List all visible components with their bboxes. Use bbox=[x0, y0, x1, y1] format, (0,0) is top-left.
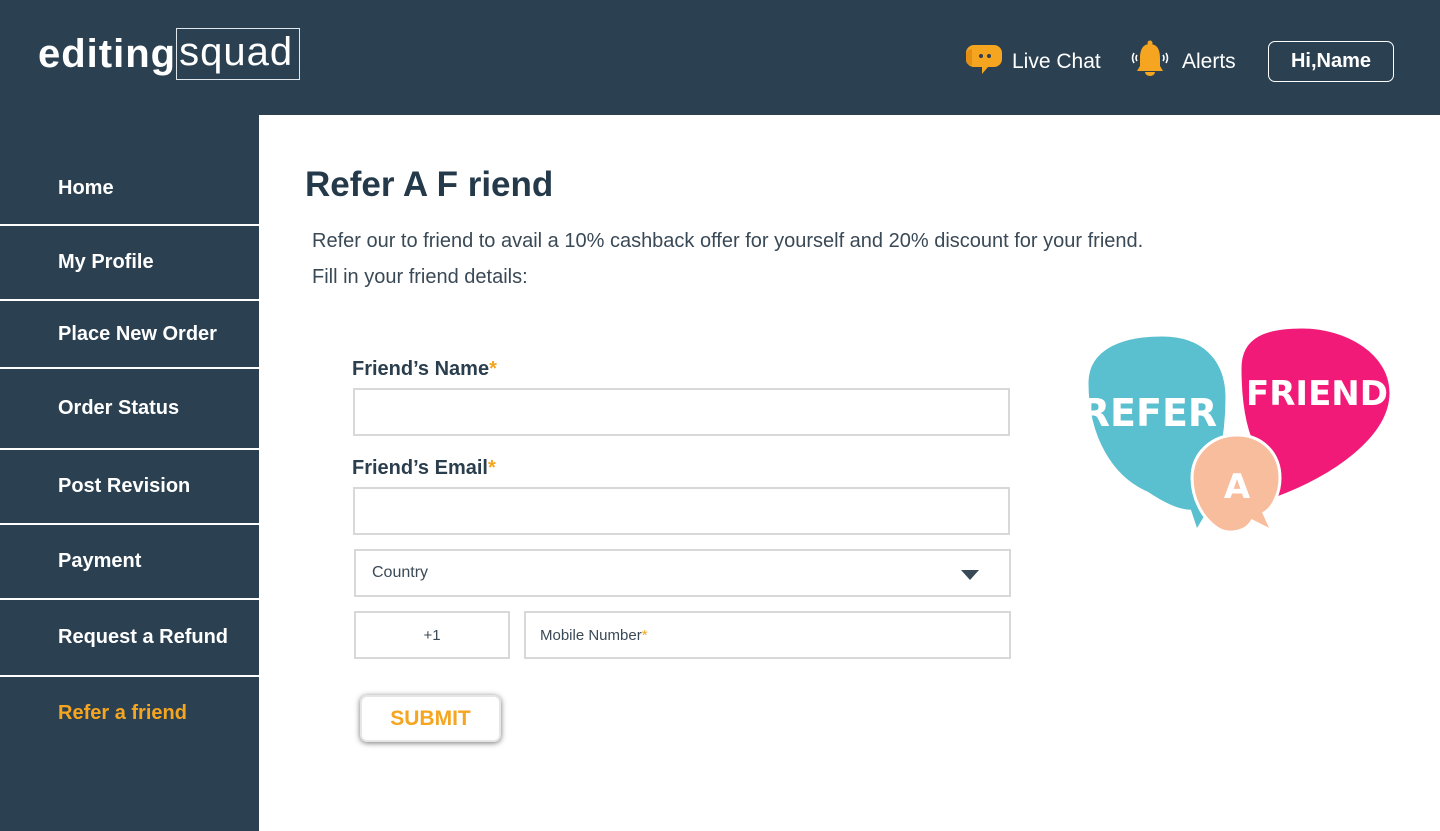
illustration-word-refer: REFER bbox=[1081, 391, 1217, 435]
friend-name-label-text: Friend’s Name bbox=[352, 358, 490, 380]
sidebar-item-label: Payment bbox=[58, 550, 142, 572]
intro-text: Refer our to friend to avail a 10% cashb… bbox=[312, 230, 1144, 252]
sidebar-item-request-refund[interactable]: Request a Refund bbox=[0, 600, 259, 677]
editingsquad-logo[interactable]: editing squad bbox=[38, 28, 301, 80]
sidebar: Home My Profile Place New Order Order St… bbox=[0, 115, 259, 831]
country-select[interactable]: Country bbox=[354, 549, 1011, 597]
sidebar-item-payment[interactable]: Payment bbox=[0, 525, 259, 600]
friend-email-label-text: Friend’s Email bbox=[352, 457, 488, 479]
chat-bubble-icon bbox=[962, 41, 1002, 82]
sidebar-item-label: Refer a friend bbox=[58, 701, 187, 724]
logo-text-squad: squad bbox=[176, 28, 301, 80]
sidebar-item-label: Post Revision bbox=[58, 475, 191, 497]
alerts-link[interactable]: Alerts bbox=[1128, 39, 1236, 84]
country-code-field[interactable]: +1 bbox=[354, 611, 510, 659]
mobile-number-input[interactable]: Mobile Number * bbox=[524, 611, 1011, 659]
sidebar-item-my-profile[interactable]: My Profile bbox=[0, 226, 259, 301]
friend-name-label: Friend’s Name* bbox=[352, 358, 497, 381]
user-menu-button[interactable]: Hi,Name bbox=[1268, 41, 1394, 82]
logo-text-editing: editing bbox=[38, 32, 177, 76]
sidebar-item-order-status[interactable]: Order Status bbox=[0, 369, 259, 450]
sidebar-item-label: Place New Order bbox=[58, 322, 217, 345]
page-title: Refer A F riend bbox=[305, 165, 554, 204]
required-asterisk: * bbox=[489, 358, 497, 380]
illustration-word-a: A bbox=[1224, 467, 1251, 507]
main-content: Refer A F riend Refer our to friend to a… bbox=[259, 115, 1440, 831]
chevron-down-icon bbox=[961, 570, 979, 580]
sidebar-item-refer-friend[interactable]: Refer a friend bbox=[0, 677, 259, 749]
submit-button[interactable]: SUBMIT bbox=[360, 695, 501, 742]
country-select-label: Country bbox=[372, 564, 429, 581]
sidebar-item-label: Order Status bbox=[58, 397, 180, 419]
instructions-text: Fill in your friend details: bbox=[312, 266, 528, 288]
illustration-word-friend: FRIEND bbox=[1246, 374, 1388, 414]
sidebar-item-post-revision[interactable]: Post Revision bbox=[0, 450, 259, 525]
refer-a-friend-illustration: REFER FRIEND A bbox=[1077, 323, 1393, 544]
friend-email-label: Friend’s Email* bbox=[352, 457, 496, 480]
mobile-number-placeholder: Mobile Number bbox=[540, 626, 642, 644]
friend-name-input[interactable] bbox=[353, 388, 1010, 436]
live-chat-link[interactable]: Live Chat bbox=[962, 41, 1101, 82]
required-asterisk: * bbox=[641, 626, 648, 644]
sidebar-item-label: Home bbox=[58, 177, 114, 199]
required-asterisk: * bbox=[487, 457, 496, 479]
sidebar-item-label: Request a Refund bbox=[58, 626, 229, 648]
sidebar-item-place-new-order[interactable]: Place New Order bbox=[0, 301, 259, 369]
top-header: editing squad Live Chat Alerts Hi,Name bbox=[0, 0, 1440, 115]
sidebar-item-label: My Profile bbox=[58, 251, 154, 273]
friend-email-input[interactable] bbox=[353, 487, 1010, 535]
alerts-label: Alerts bbox=[1182, 49, 1236, 73]
bell-icon bbox=[1128, 39, 1172, 84]
live-chat-label: Live Chat bbox=[1012, 49, 1101, 73]
sidebar-item-home[interactable]: Home bbox=[0, 153, 259, 226]
